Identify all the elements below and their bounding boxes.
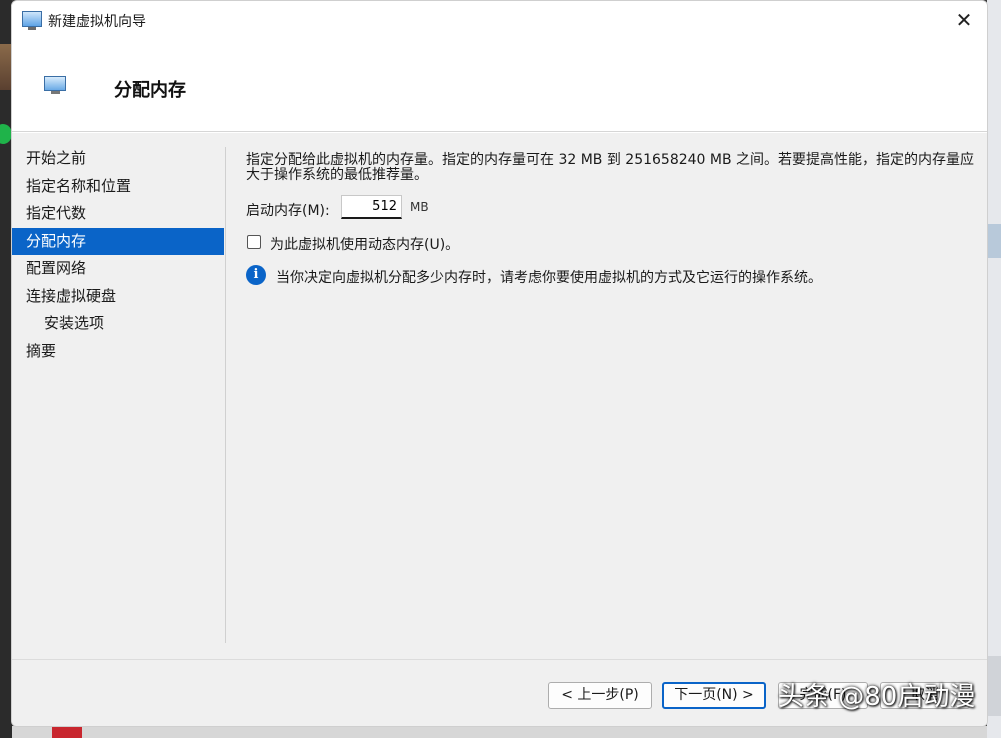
desktop-right-block bbox=[987, 656, 1001, 716]
dynamic-memory-label[interactable]: 为此虚拟机使用动态内存(U)。 bbox=[270, 234, 459, 254]
desktop-right-block bbox=[987, 224, 1001, 258]
startup-memory-row: 启动内存(M): MB bbox=[246, 195, 646, 221]
nav-item-assign-memory[interactable]: 分配内存 bbox=[12, 227, 224, 255]
nav-item-install-options[interactable]: 安装选项 bbox=[12, 310, 224, 338]
previous-button[interactable]: < 上一步(P) bbox=[548, 682, 652, 709]
startup-memory-unit: MB bbox=[410, 200, 429, 214]
wizard-body: 开始之前 指定名称和位置 指定代数 分配内存 配置网络 连接虚拟硬盘 安装选项 … bbox=[12, 133, 987, 659]
desktop-right-edge bbox=[987, 0, 1001, 738]
new-vm-wizard-window: 新建虚拟机向导 ✕ 分配内存 开始之前 指定名称和位置 指定代数 分配内存 配置… bbox=[11, 0, 988, 727]
startup-memory-input[interactable] bbox=[341, 195, 402, 219]
title-bar[interactable]: 新建虚拟机向导 ✕ bbox=[12, 1, 987, 39]
dynamic-memory-checkbox[interactable] bbox=[247, 235, 261, 249]
nav-item-summary[interactable]: 摘要 bbox=[12, 338, 224, 366]
window-title: 新建虚拟机向导 bbox=[48, 14, 146, 30]
nav-item-generation[interactable]: 指定代数 bbox=[12, 200, 224, 228]
desktop-bottom-edge bbox=[12, 726, 987, 738]
nav-item-networking[interactable]: 配置网络 bbox=[12, 255, 224, 283]
close-button[interactable]: ✕ bbox=[941, 1, 987, 39]
nav-item-virtual-disk[interactable]: 连接虚拟硬盘 bbox=[12, 283, 224, 311]
memory-info-text: 当你决定向虚拟机分配多少内存时，请考虑你要使用虚拟机的方式及它运行的操作系统。 bbox=[276, 270, 822, 286]
close-icon: ✕ bbox=[955, 8, 973, 32]
wizard-header: 分配内存 bbox=[12, 39, 987, 132]
monitor-icon bbox=[44, 76, 66, 94]
memory-description: 指定分配给此虚拟机的内存量。指定的内存量可在 32 MB 到 251658240… bbox=[246, 152, 975, 183]
nav-item-name-location[interactable]: 指定名称和位置 bbox=[12, 173, 224, 201]
nav-divider bbox=[225, 147, 226, 643]
next-button[interactable]: 下一页(N) > bbox=[662, 682, 766, 709]
nav-item-before-you-begin[interactable]: 开始之前 bbox=[12, 145, 224, 173]
dynamic-memory-row: 为此虚拟机使用动态内存(U)。 bbox=[246, 233, 646, 255]
memory-settings-panel: 指定分配给此虚拟机的内存量。指定的内存量可在 32 MB 到 251658240… bbox=[246, 152, 976, 286]
desktop-red-block bbox=[52, 726, 82, 738]
startup-memory-label: 启动内存(M): bbox=[246, 203, 330, 219]
info-icon: i bbox=[246, 265, 266, 285]
wizard-steps-nav: 开始之前 指定名称和位置 指定代数 分配内存 配置网络 连接虚拟硬盘 安装选项 … bbox=[12, 145, 224, 365]
watermark-text: 头条 @80启动漫 bbox=[778, 682, 976, 712]
page-title: 分配内存 bbox=[114, 80, 186, 101]
monitor-icon bbox=[22, 11, 42, 30]
memory-info-row: i 当你决定向虚拟机分配多少内存时，请考虑你要使用虚拟机的方式及它运行的操作系统… bbox=[246, 265, 966, 289]
